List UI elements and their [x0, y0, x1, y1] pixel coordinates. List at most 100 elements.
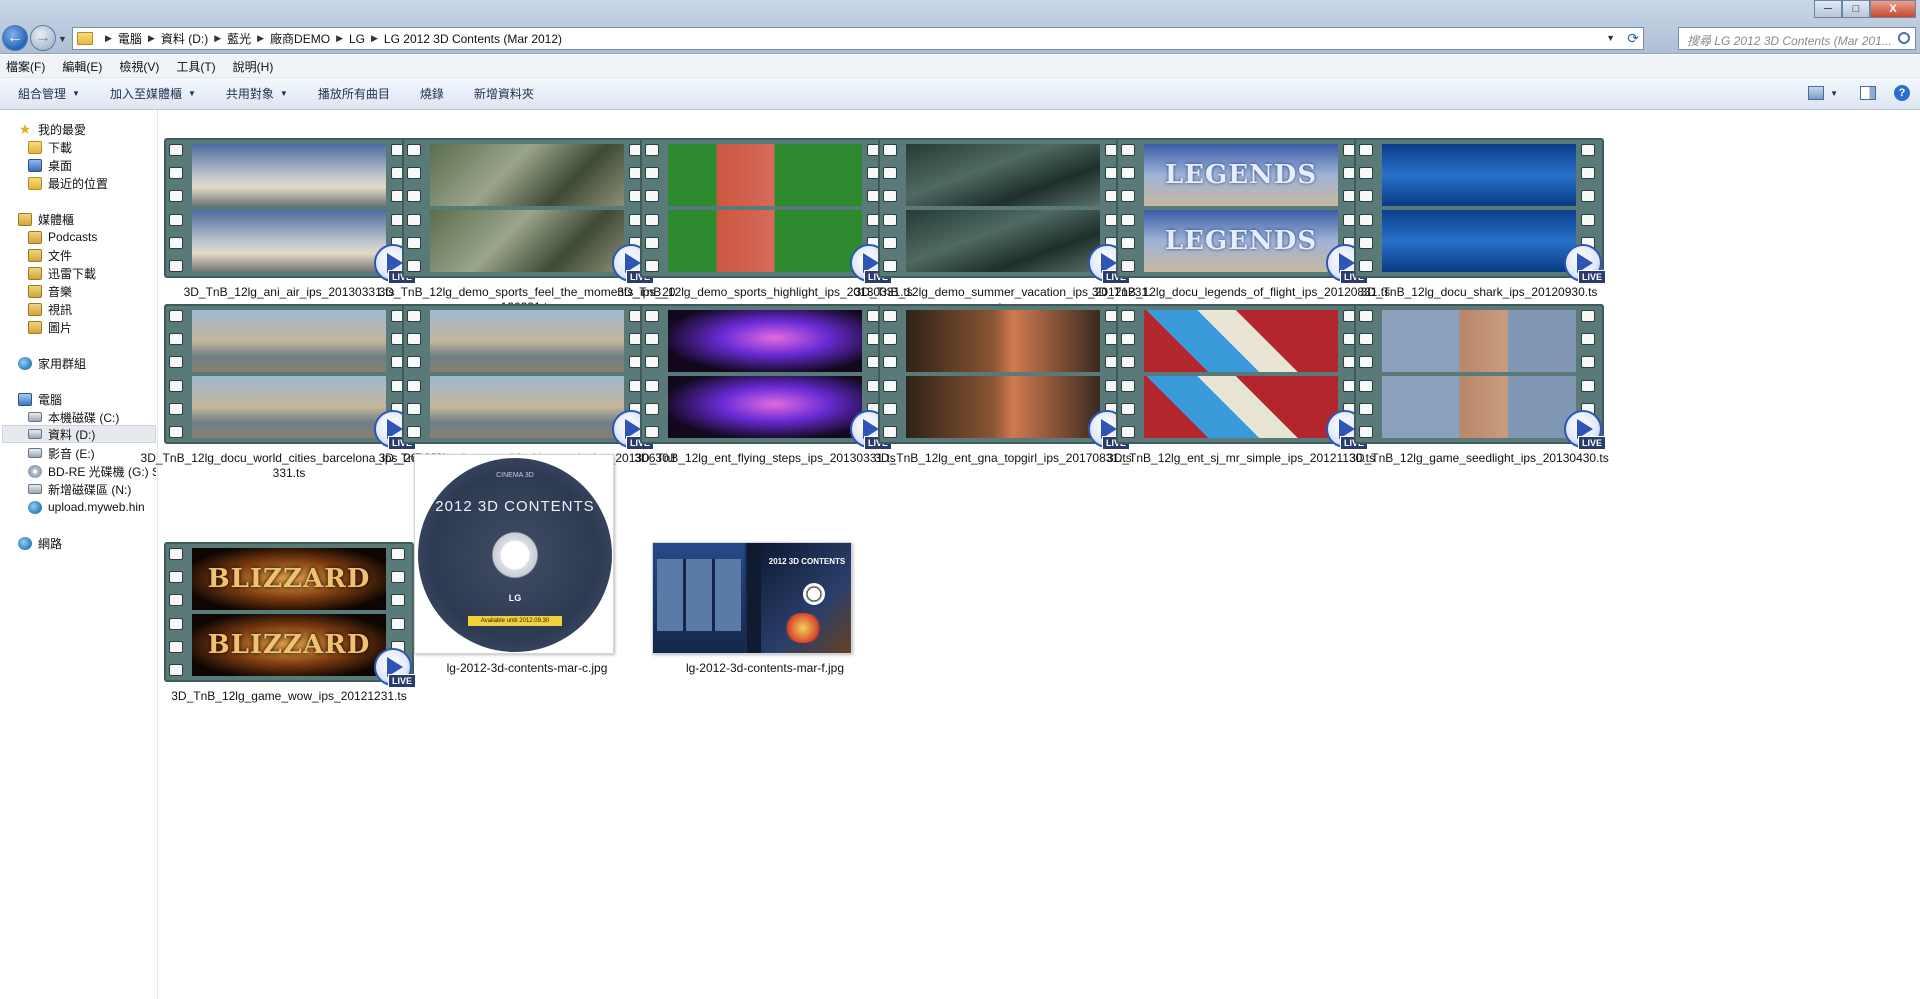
recent-pages-dropdown-icon[interactable]: ▼	[58, 34, 67, 44]
breadcrumb-item[interactable]: 資料 (D:)	[161, 30, 208, 47]
breadcrumb-separator-icon[interactable]: ▶	[105, 33, 112, 44]
file-name[interactable]: 3D_TnB_12lg_docu_shark_ips_20120930.ts	[1329, 285, 1629, 300]
breadcrumb-separator-icon[interactable]: ▶	[148, 33, 155, 44]
sprocket-hole	[169, 190, 183, 203]
organize-button[interactable]: 組合管理 ▼	[18, 85, 80, 102]
breadcrumb-item[interactable]: LG 2012 3D Contents (Mar 2012)	[384, 32, 562, 46]
sprocket-hole	[1359, 379, 1373, 392]
sprocket-hole	[1581, 190, 1595, 203]
sprocket-hole	[1121, 167, 1135, 180]
search-icon	[1898, 32, 1910, 44]
breadcrumb-separator-icon[interactable]: ▶	[214, 33, 221, 44]
nav-libraries[interactable]: 媒體櫃	[18, 210, 74, 228]
video-thumbnail: LIVE	[1116, 304, 1368, 450]
nav-network-location[interactable]: upload.myweb.hin	[28, 498, 156, 516]
sprocket-hole	[1121, 310, 1135, 322]
nav-network[interactable]: 網路	[18, 534, 62, 552]
breadcrumb-separator-icon[interactable]: ▶	[336, 33, 343, 44]
cover-title-text: 2012 3D CONTENTS	[768, 557, 846, 566]
preview-pane-icon[interactable]	[1860, 86, 1876, 100]
forward-button[interactable]: →	[30, 25, 56, 51]
sprocket-hole	[1359, 425, 1373, 438]
nav-thunder-downloads[interactable]: 迅雷下載	[28, 264, 96, 282]
maximize-button[interactable]: □	[1842, 0, 1870, 18]
add-to-library-button[interactable]: 加入至媒體櫃 ▼	[110, 85, 196, 102]
change-view-icon[interactable]	[1808, 86, 1825, 100]
pictures-icon	[28, 320, 42, 334]
video-frame	[1382, 376, 1576, 438]
nav-music[interactable]: 音樂	[28, 282, 72, 300]
search-input[interactable]: 搜尋 LG 2012 3D Contents (Mar 201...	[1678, 27, 1916, 50]
close-button[interactable]: X	[1870, 0, 1916, 18]
nav-desktop[interactable]: 桌面	[28, 156, 72, 174]
menu-tools[interactable]: 工具(T)	[176, 58, 215, 75]
nav-favorites[interactable]: ★ 我的最愛	[18, 120, 86, 138]
nav-drive-n[interactable]: 新增磁碟區 (N:)	[28, 480, 131, 498]
title-bar: ← → ▼ ▶ 電腦 ▶ 資料 (D:) ▶ 藍光 ▶ 廠商DEMO ▶ LG ▶ LG 2012 3…	[0, 0, 1920, 54]
nav-label: 資料 (D:)	[48, 427, 96, 442]
refresh-icon[interactable]: ⟳	[1627, 30, 1639, 47]
nav-label: upload.myweb.hin	[48, 500, 145, 514]
download-folder-icon	[28, 140, 42, 154]
nav-label: 視訊	[48, 302, 73, 317]
podcasts-icon	[28, 230, 42, 244]
live-badge: LIVE	[1577, 436, 1606, 450]
file-name[interactable]: lg-2012-3d-contents-mar-f.jpg	[615, 661, 915, 676]
minimize-button[interactable]: ─	[1814, 0, 1842, 18]
nav-videos[interactable]: 視訊	[28, 300, 72, 318]
play-all-label: 播放所有曲目	[317, 87, 390, 101]
chevron-down-icon: ▼	[72, 89, 80, 98]
address-bar[interactable]: ▶ 電腦 ▶ 資料 (D:) ▶ 藍光 ▶ 廠商DEMO ▶ LG ▶ LG 2012 3D Cont…	[72, 27, 1644, 50]
video-frame: BLIZZARD	[192, 548, 386, 610]
breadcrumb-separator-icon[interactable]: ▶	[257, 33, 264, 44]
breadcrumb-item[interactable]: 藍光	[227, 30, 251, 47]
nav-drive-g[interactable]: BD-RE 光碟機 (G:) S	[28, 462, 156, 480]
play-all-button[interactable]: 播放所有曲目	[318, 85, 390, 102]
address-history-dropdown-icon[interactable]: ▼	[1606, 33, 1615, 43]
breadcrumb-item[interactable]: LG	[349, 32, 365, 46]
image-thumbnail: 2012 3D CONTENTS	[652, 542, 852, 654]
video-thumbnail: LIVE	[878, 304, 1130, 450]
file-name[interactable]: 3D_TnB_12lg_game_wow_ips_20121231.ts	[139, 689, 439, 704]
video-frame	[906, 310, 1100, 372]
disc-title-text: 2012 3D CONTENTS	[435, 498, 595, 515]
sprocket-hole	[883, 333, 897, 346]
back-button[interactable]: ←	[2, 25, 28, 51]
menu-file[interactable]: 檔案(F)	[6, 58, 45, 75]
nav-recent-places[interactable]: 最近的位置	[28, 174, 108, 192]
sprocket-hole	[645, 425, 659, 438]
menu-view[interactable]: 檢視(V)	[119, 58, 159, 75]
frame-text: LEGENDS	[1164, 226, 1318, 256]
video-frame	[906, 144, 1100, 206]
nav-computer[interactable]: 電腦	[18, 390, 62, 408]
sprocket-hole	[1121, 333, 1135, 346]
frame-text: BLIZZARD	[207, 630, 371, 660]
breadcrumb-item[interactable]: 廠商DEMO	[270, 30, 330, 47]
nav-downloads[interactable]: 下載	[28, 138, 72, 156]
burn-button[interactable]: 燒錄	[420, 85, 444, 102]
sprocket-hole	[407, 190, 421, 203]
documents-icon	[28, 248, 42, 262]
breadcrumb-separator-icon[interactable]: ▶	[371, 33, 378, 44]
splash-graphic	[783, 613, 823, 643]
breadcrumb-item[interactable]: 電腦	[118, 30, 142, 47]
sprocket-hole	[1121, 236, 1135, 249]
menu-help[interactable]: 說明(H)	[233, 58, 274, 75]
nav-drive-e[interactable]: 影音 (E:)	[28, 444, 95, 462]
sprocket-hole	[391, 594, 405, 607]
chevron-down-icon[interactable]: ▼	[1830, 89, 1838, 98]
sprocket-hole	[391, 571, 405, 584]
share-with-button[interactable]: 共用對象 ▼	[226, 85, 288, 102]
nav-pictures[interactable]: 圖片	[28, 318, 72, 336]
new-folder-button[interactable]: 新增資料夾	[474, 85, 534, 102]
menu-edit[interactable]: 編輯(E)	[62, 58, 102, 75]
nav-drive-d[interactable]: 資料 (D:)	[2, 425, 156, 443]
nav-drive-c[interactable]: 本機磁碟 (C:)	[28, 408, 119, 426]
sprocket-hole	[169, 425, 183, 438]
nav-homegroup[interactable]: 家用群組	[18, 354, 86, 372]
file-name[interactable]: 3D_TnB_12lg_game_seedlight_ips_20130430.…	[1329, 451, 1629, 466]
nav-documents[interactable]: 文件	[28, 246, 72, 264]
forward-arrow-icon: →	[35, 29, 51, 46]
help-icon[interactable]: ?	[1894, 85, 1910, 101]
nav-podcasts[interactable]: Podcasts	[28, 228, 97, 246]
